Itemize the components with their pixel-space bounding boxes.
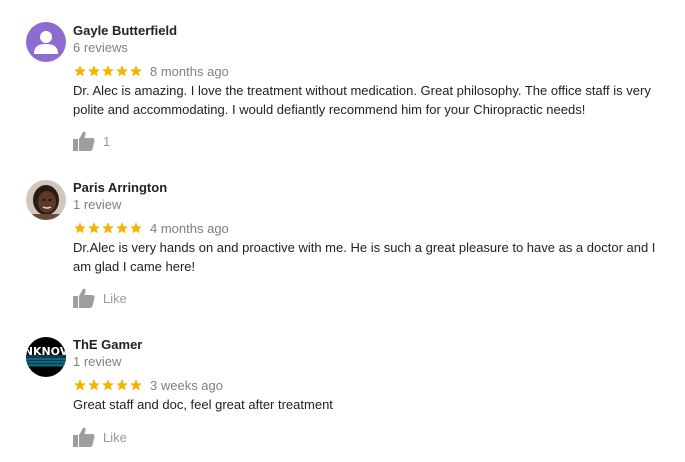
review-count: 1 review [73, 354, 122, 369]
gamer-logo: NKNOV [26, 337, 66, 377]
logo-text: NKNOV [26, 345, 66, 358]
reviewer-name[interactable]: ThE Gamer [73, 337, 142, 352]
star-icon [74, 379, 86, 391]
rating-row: 3 weeks ago [73, 377, 223, 393]
like-button[interactable]: 1 [73, 131, 110, 151]
star-icon [88, 379, 100, 391]
star-icon [130, 65, 142, 77]
avatar[interactable]: NKNOV [26, 337, 66, 377]
star-icon [102, 379, 114, 391]
reviewer-name[interactable]: Gayle Butterfield [73, 23, 177, 38]
star-icon [102, 222, 114, 234]
star-icon [102, 65, 114, 77]
review-count: 6 reviews [73, 40, 128, 55]
like-label: Like [103, 429, 127, 445]
star-icon [88, 222, 100, 234]
star-icon [130, 222, 142, 234]
review-card: Paris Arrington 1 review 4 months ago Dr… [0, 160, 685, 320]
review-date: 4 months ago [150, 220, 229, 236]
like-button[interactable]: Like [73, 427, 127, 447]
star-icon [116, 222, 128, 234]
star-icon [116, 65, 128, 77]
review-card: Gayle Butterfield 6 reviews 8 months ago… [0, 0, 685, 160]
rating-row: 8 months ago [73, 63, 229, 79]
star-rating [73, 378, 143, 392]
review-text: Great staff and doc, feel great after tr… [73, 397, 333, 412]
thumbs-up-icon [73, 427, 95, 447]
like-label: Like [103, 290, 127, 306]
rating-row: 4 months ago [73, 220, 229, 236]
review-date: 8 months ago [150, 63, 229, 79]
star-icon [130, 379, 142, 391]
star-icon [74, 65, 86, 77]
review-text: Dr.Alec is very hands on and proactive w… [73, 240, 656, 274]
like-button[interactable]: Like [73, 288, 127, 308]
star-icon [74, 222, 86, 234]
review-count: 1 review [73, 197, 122, 212]
profile-photo [26, 180, 66, 220]
star-rating [73, 64, 143, 78]
star-icon [88, 65, 100, 77]
review-card: NKNOV ThE Gamer 1 review 3 weeks ago Gre… [0, 320, 685, 462]
like-count: 1 [103, 133, 111, 149]
avatar[interactable] [26, 180, 66, 220]
thumbs-up-icon [73, 288, 95, 308]
review-text: Dr. Alec is amazing. I love the treatmen… [73, 83, 651, 117]
star-icon [116, 379, 128, 391]
person-icon [26, 22, 66, 62]
avatar[interactable] [26, 22, 66, 62]
review-date: 3 weeks ago [150, 377, 223, 393]
thumbs-up-icon [73, 131, 95, 151]
star-rating [73, 221, 143, 235]
reviewer-name[interactable]: Paris Arrington [73, 180, 167, 195]
